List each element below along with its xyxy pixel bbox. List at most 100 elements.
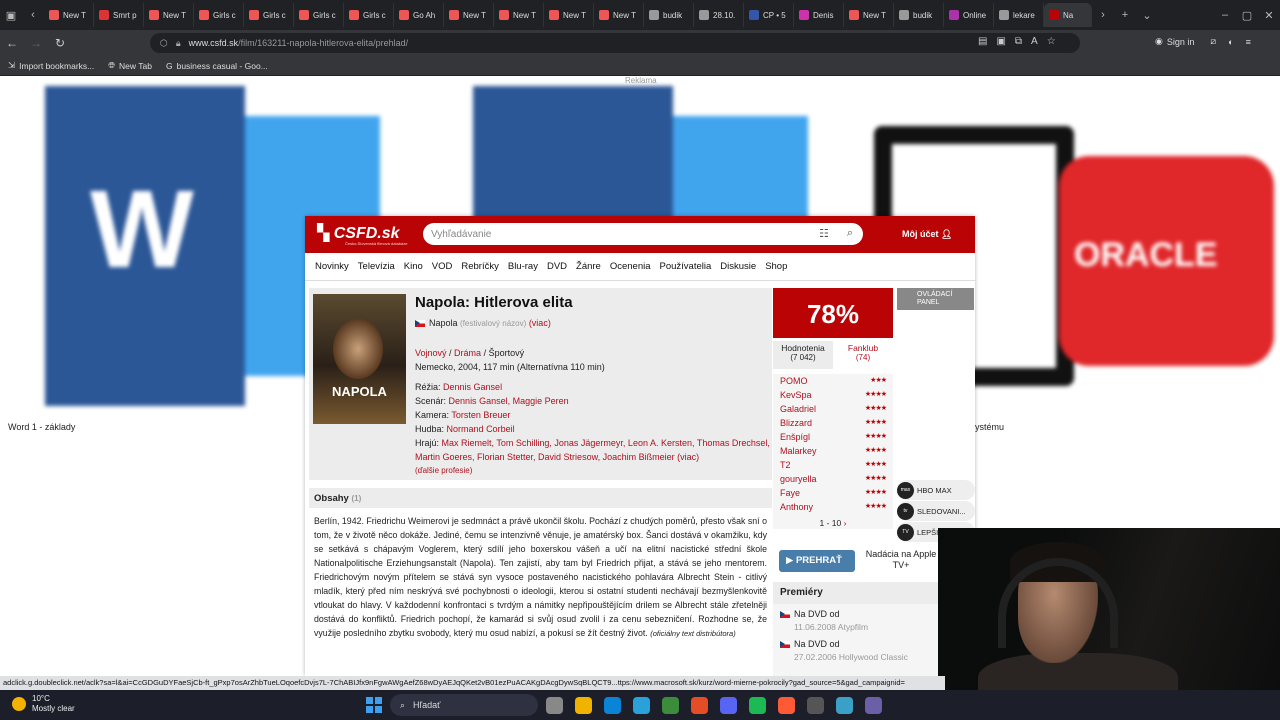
browser-tab[interactable]: budik (644, 3, 694, 27)
screenshot-icon[interactable]: ⧉ (1015, 36, 1022, 47)
taskbar-app-icon[interactable] (749, 697, 766, 714)
more-professions-link[interactable]: (ďalšie profesie) (415, 464, 770, 478)
taskbar-app-icon[interactable] (778, 697, 795, 714)
browser-tab[interactable]: Denis (794, 3, 844, 27)
taskbar-app-icon[interactable] (720, 697, 737, 714)
browser-tab[interactable]: New T (444, 3, 494, 27)
ad-caption-right[interactable]: ystému (975, 422, 1004, 432)
reader-icon[interactable]: ▤ (978, 36, 987, 47)
browser-tab[interactable]: CP • 5 (744, 3, 794, 27)
picture-icon[interactable]: ▣ (996, 36, 1005, 47)
rating-user-link[interactable]: POMO (780, 374, 808, 388)
taskbar-app-icon[interactable] (836, 697, 853, 714)
reload-icon[interactable]: ↻ (48, 36, 72, 50)
back-icon[interactable]: ← (0, 36, 24, 50)
taskbar-app-icon[interactable] (575, 697, 592, 714)
ad-caption-left[interactable]: Word 1 - základy (8, 422, 75, 432)
ratings-pager[interactable]: 1 - 10 › (773, 518, 893, 528)
browser-tab[interactable]: New T (844, 3, 894, 27)
browser-tab[interactable]: New T (494, 3, 544, 27)
vpn-icon[interactable]: ◐ (1228, 37, 1233, 47)
weather-widget[interactable]: 10°C Mostly clear (12, 694, 75, 714)
genre-link[interactable]: Dráma (454, 348, 481, 358)
close-window-icon[interactable]: ✕ (1258, 9, 1280, 22)
browser-tab[interactable]: lekare (994, 3, 1044, 27)
browser-tab[interactable]: Girls c (194, 3, 244, 27)
browser-tab[interactable]: budik (894, 3, 944, 27)
play-button[interactable]: ▶ PREHRAŤ (779, 550, 855, 572)
browser-tab[interactable]: Online (944, 3, 994, 27)
maximize-icon[interactable]: ▢ (1236, 9, 1258, 22)
next-page-icon[interactable]: › (844, 518, 847, 528)
rating-user-link[interactable]: Faye (780, 486, 800, 500)
browser-tab[interactable]: 28.10. (694, 3, 744, 27)
streaming-item[interactable]: tv SLEDOVANI... (897, 501, 975, 521)
taskbar-search[interactable]: ⌕ Hľadať (390, 694, 538, 716)
search-icon[interactable]: ⌕ (847, 227, 853, 240)
taskbar-app-icon[interactable] (604, 697, 621, 714)
tab-fanclub[interactable]: Fanklub (74) (833, 341, 893, 369)
rating-user-link[interactable]: Enšpígl (780, 430, 810, 444)
bookmark-import[interactable]: ⇲ Import bookmarks... (8, 60, 94, 71)
menu-item[interactable]: Ocenenia (610, 261, 651, 272)
taskbar-app-icon[interactable] (633, 697, 650, 714)
scroll-tabs-left-icon[interactable]: ‹ (22, 9, 44, 21)
bookmark-business-casual[interactable]: Gbusiness casual - Goo... (166, 61, 268, 71)
tab-list-icon[interactable]: ⌄ (1136, 9, 1158, 22)
star-icon[interactable]: ☆ (1047, 36, 1056, 47)
account-button[interactable]: Môj účet 👤︎ (902, 229, 952, 240)
menu-item[interactable]: Novinky (315, 261, 349, 272)
translate-icon[interactable]: A (1031, 36, 1038, 47)
browser-tab[interactable]: New T (594, 3, 644, 27)
menu-icon[interactable]: ≡ (1246, 37, 1251, 47)
minimize-icon[interactable]: – (1214, 9, 1236, 21)
rating-user-link[interactable]: Anthony (780, 500, 813, 514)
genre-link[interactable]: Vojnový (415, 348, 447, 358)
taskbar-app-icon[interactable] (662, 697, 679, 714)
menu-item[interactable]: Kino (404, 261, 423, 272)
windows-start-icon[interactable] (366, 697, 382, 713)
extensions-icon[interactable]: ⧄ (1210, 36, 1216, 47)
browser-tab[interactable]: Girls c (244, 3, 294, 27)
menu-item[interactable]: Diskusie (720, 261, 756, 272)
csfd-logo[interactable]: ▚ CSFD.sk (317, 223, 400, 243)
menu-item[interactable]: Používatelia (660, 261, 712, 272)
browser-tab[interactable]: New T (44, 3, 94, 27)
creator-link[interactable]: Dennis Gansel (443, 382, 502, 392)
menu-item[interactable]: Shop (765, 261, 787, 272)
cast-links[interactable]: Max Riemelt, Tom Schilling, Jonas Jägerm… (415, 438, 770, 462)
taskbar-app-icon[interactable] (807, 697, 824, 714)
creator-link[interactable]: Normand Corbeil (447, 424, 515, 434)
film-poster[interactable]: NAPOLA (313, 294, 406, 424)
site-info-icon[interactable]: ⬡ (160, 38, 168, 49)
rating-user-link[interactable]: Blizzard (780, 416, 812, 430)
browser-tab[interactable]: Go Ah (394, 3, 444, 27)
menu-item[interactable]: Žánre (576, 261, 601, 272)
taskbar-app-icon[interactable] (691, 697, 708, 714)
tab-actions-icon[interactable]: ▣ (0, 9, 22, 22)
cast-more-link[interactable]: (viac) (677, 452, 699, 462)
sign-in-button[interactable]: ◉ Sign in ⧄ ◐ ≡ (1155, 36, 1251, 47)
menu-item[interactable]: Televízia (358, 261, 395, 272)
menu-item[interactable]: DVD (547, 261, 567, 272)
forward-icon[interactable]: → (24, 36, 48, 50)
rating-user-link[interactable]: Malarkey (780, 444, 817, 458)
browser-tab[interactable]: New T (544, 3, 594, 27)
menu-item[interactable]: Blu-ray (508, 261, 538, 272)
alt-more-link[interactable]: (viac) (529, 318, 551, 328)
apple-tv-link[interactable]: Nadácia na Apple TV+ (861, 549, 941, 571)
menu-item[interactable]: VOD (432, 261, 453, 272)
control-panel-button[interactable]: OVLÁDACÍ PANEL (897, 288, 974, 310)
rating-user-link[interactable]: KevSpa (780, 388, 812, 402)
rating-user-link[interactable]: T2 (780, 458, 791, 472)
new-tab-icon[interactable]: + (1114, 9, 1136, 21)
filter-icon[interactable]: ☷ (819, 227, 829, 240)
taskbar-app-icon[interactable] (546, 697, 563, 714)
scroll-tabs-right-icon[interactable]: › (1092, 9, 1114, 21)
rating-user-link[interactable]: Galadriel (780, 402, 816, 416)
tab-ratings[interactable]: Hodnotenia (7 042) (773, 341, 833, 369)
browser-tab[interactable]: New T (144, 3, 194, 27)
browser-tab[interactable]: Girls c (294, 3, 344, 27)
browser-tab[interactable]: Na (1044, 3, 1092, 27)
search-input[interactable]: Vyhľadávanie ☷ ⌕ (423, 223, 863, 245)
